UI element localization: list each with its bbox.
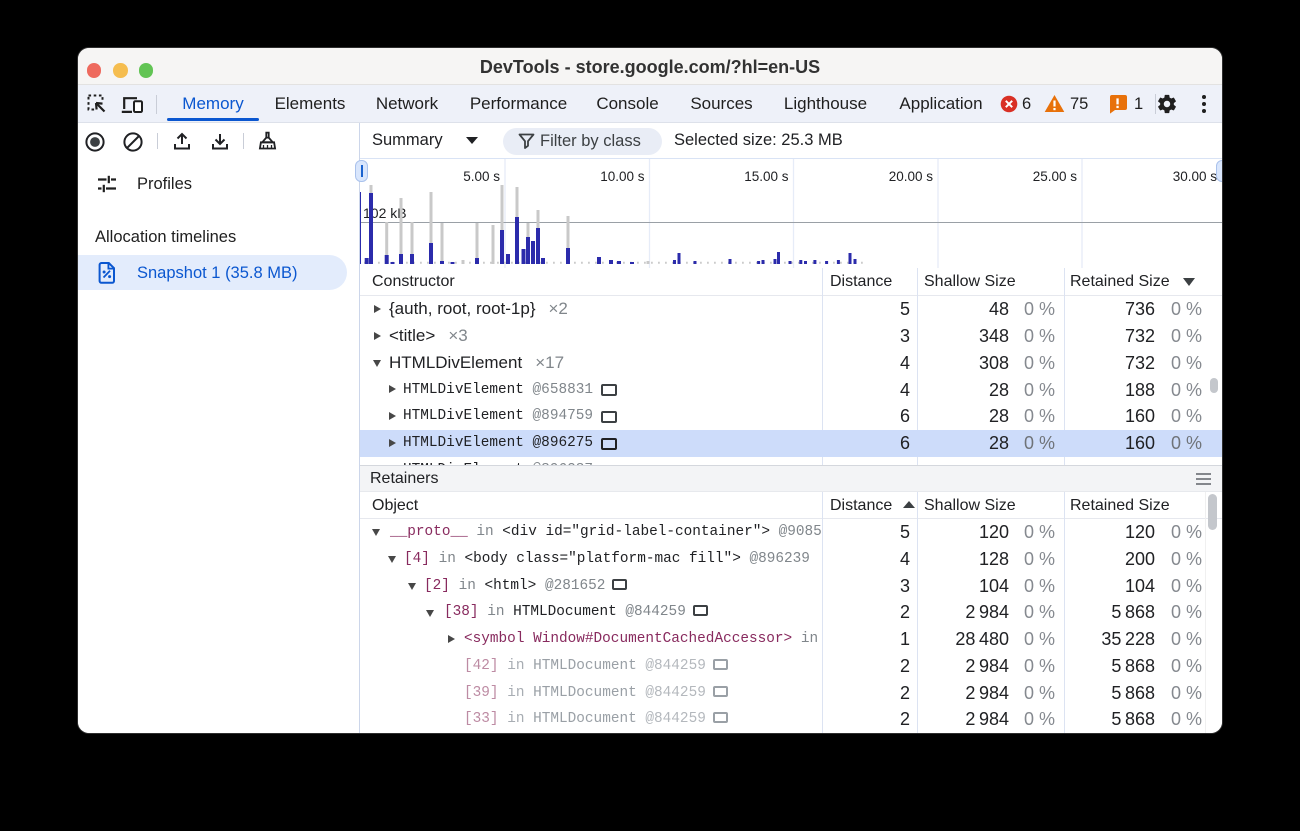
svg-text:20.00 s: 20.00 s xyxy=(889,169,934,184)
svg-text:15.00 s: 15.00 s xyxy=(744,169,789,184)
svg-text:10.00 s: 10.00 s xyxy=(600,169,645,184)
svg-text:30.00 s: 30.00 s xyxy=(1173,169,1218,184)
svg-text:25.00 s: 25.00 s xyxy=(1033,169,1078,184)
svg-text:5.00 s: 5.00 s xyxy=(463,169,500,184)
